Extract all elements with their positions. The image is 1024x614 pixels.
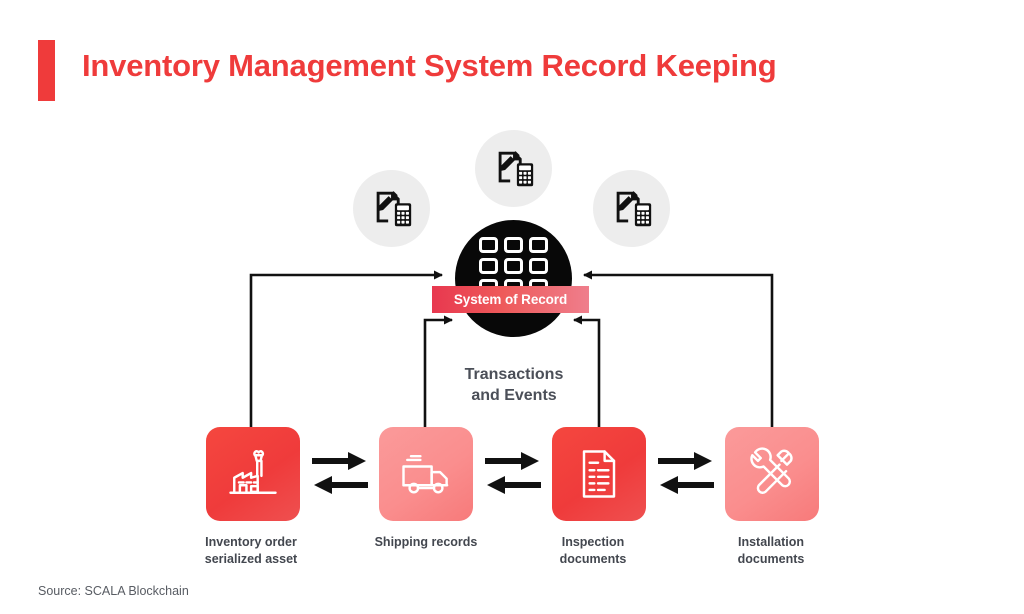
document-pencil-calculator-icon-left <box>353 170 430 247</box>
bidirectional-arrows-icon <box>658 452 714 494</box>
label-line-1: Shipping records <box>374 535 478 549</box>
label-line-2: documents <box>559 552 627 566</box>
source-note: Source: SCALA Blockchain <box>38 584 189 598</box>
grid-cell <box>529 258 548 274</box>
connector-inventory-order-to-hub <box>249 270 443 427</box>
caption-line-2: and Events <box>471 387 557 404</box>
label-line-2: documents <box>737 552 805 566</box>
grid-cell <box>529 237 548 253</box>
document-lines-icon <box>582 450 616 498</box>
node-installation-documents[interactable] <box>725 427 819 521</box>
system-of-record-hub <box>455 220 572 337</box>
diagram-canvas: Inventory Management System Record Keepi… <box>0 0 1024 614</box>
bidirectional-arrows-icon <box>312 452 368 494</box>
grid-cell <box>504 237 523 253</box>
grid-3x3-icon <box>455 220 572 337</box>
caption-line-1: Transactions <box>464 366 564 383</box>
label-line-1: Inventory order <box>205 535 297 549</box>
exchange-arrows-inspection-to-installation <box>656 449 716 497</box>
node-label-inspection-documents: Inspection documents <box>503 534 683 568</box>
label-line-1: Installation <box>738 535 804 549</box>
grid-cell <box>479 237 498 253</box>
grid-cell <box>504 258 523 274</box>
doc-pencil-calculator-glyph <box>616 190 651 226</box>
node-label-shipping-records: Shipping records <box>336 534 516 551</box>
node-inspection-documents[interactable] <box>552 427 646 521</box>
bidirectional-arrows-icon <box>485 452 541 494</box>
node-shipping-records[interactable] <box>379 427 473 521</box>
node-label-installation-documents: Installation documents <box>681 534 861 568</box>
transactions-and-events-caption: Transactions and Events <box>430 364 598 406</box>
label-line-2: serialized asset <box>204 552 298 566</box>
document-pencil-calculator-icon-center <box>475 130 552 207</box>
connector-installation-documents-to-hub <box>583 270 774 427</box>
node-inventory-order[interactable] <box>206 427 300 521</box>
exchange-arrows-inventory-to-shipping <box>310 449 370 497</box>
factory-icon <box>229 450 277 494</box>
label-line-1: Inspection <box>561 535 625 549</box>
node-label-inventory-order: Inventory order serialized asset <box>161 534 341 568</box>
exchange-arrows-shipping-to-inspection <box>483 449 543 497</box>
wrench-hammer-icon <box>750 447 793 494</box>
doc-pencil-calculator-glyph <box>498 150 533 186</box>
delivery-truck-icon <box>402 454 449 494</box>
doc-pencil-calculator-glyph <box>376 190 411 226</box>
grid-cell <box>479 258 498 274</box>
system-of-record-banner: System of Record <box>432 286 589 313</box>
document-pencil-calculator-icon-right <box>593 170 670 247</box>
